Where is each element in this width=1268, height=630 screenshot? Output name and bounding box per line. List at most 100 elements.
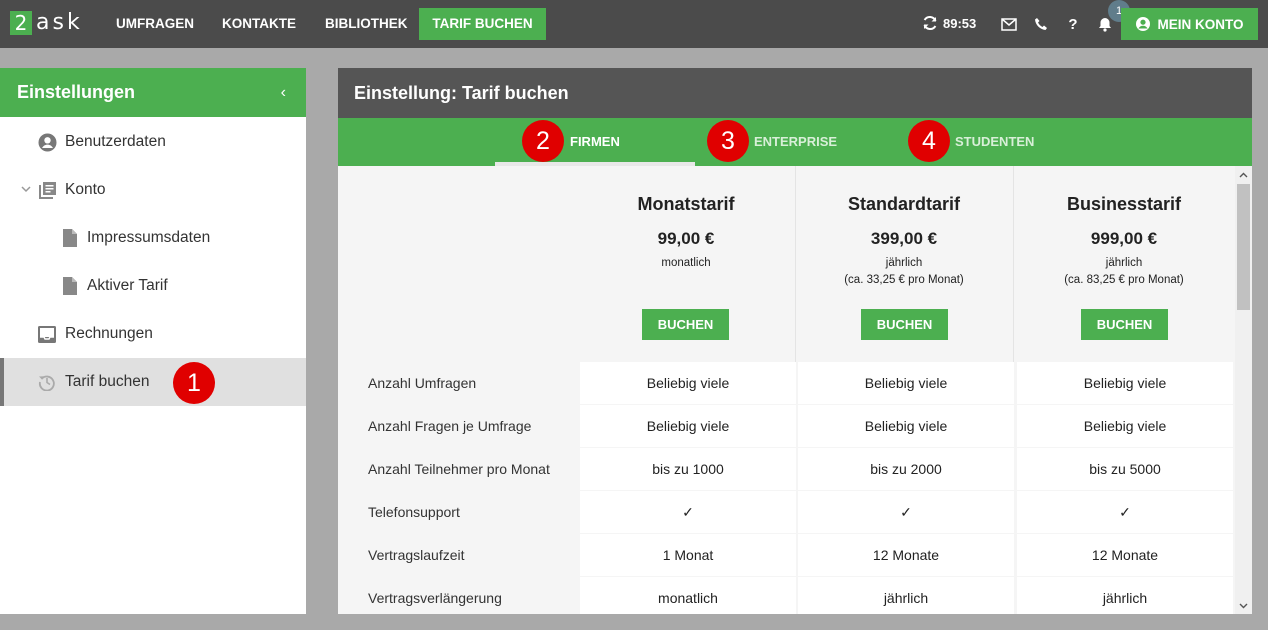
feature-cell: bis zu 1000 bbox=[580, 448, 796, 490]
sidebar-item-aktiver-tarif[interactable]: Aktiver Tarif bbox=[0, 262, 306, 310]
feature-cell: Beliebig viele bbox=[1017, 405, 1233, 447]
account-button[interactable]: MEIN KONTO bbox=[1121, 8, 1258, 40]
inbox-icon bbox=[37, 324, 57, 344]
tab-studenten[interactable]: STUDENTEN bbox=[955, 118, 1034, 166]
sidebar-item-label: Aktiver Tarif bbox=[87, 277, 168, 294]
feature-label: Telefonsupport bbox=[368, 504, 460, 520]
sidebar-item-konto[interactable]: Konto bbox=[0, 166, 306, 214]
sidebar-item-label: Konto bbox=[65, 181, 106, 198]
check-icon: ✓ bbox=[580, 491, 796, 533]
feature-label: Anzahl Umfragen bbox=[368, 375, 477, 391]
buy-button-monatstarif[interactable]: BUCHEN bbox=[642, 309, 729, 340]
nav-umfragen[interactable]: UMFRAGEN bbox=[116, 0, 194, 48]
sidebar-item-label: Rechnungen bbox=[65, 325, 153, 342]
timer-value: 89:53 bbox=[943, 15, 977, 31]
sidebar-item-rechnungen[interactable]: Rechnungen bbox=[0, 310, 306, 358]
page-title: Einstellung: Tarif buchen bbox=[338, 68, 1252, 118]
table-row: Vertragslaufzeit 1 Monat 12 Monate 12 Mo… bbox=[338, 534, 1235, 577]
table-row: Anzahl Umfragen Beliebig viele Beliebig … bbox=[338, 362, 1235, 405]
user-circle-icon bbox=[37, 132, 57, 152]
feature-cell: bis zu 5000 bbox=[1017, 448, 1233, 490]
collapse-sidebar-icon[interactable]: ‹ bbox=[281, 68, 286, 117]
feature-cell: Beliebig viele bbox=[580, 362, 796, 404]
history-icon bbox=[37, 372, 57, 392]
marker-3: 3 bbox=[707, 120, 749, 162]
feature-label: Vertragslaufzeit bbox=[368, 547, 465, 563]
feature-cell: 12 Monate bbox=[1017, 534, 1233, 576]
scroll-down-icon[interactable] bbox=[1235, 597, 1252, 614]
chevron-down-icon[interactable] bbox=[20, 183, 32, 195]
plan-note: (ca. 33,25 € pro Monat) bbox=[844, 274, 964, 286]
feature-cell: jährlich bbox=[1017, 577, 1233, 614]
feature-label: Anzahl Fragen je Umfrage bbox=[368, 418, 532, 434]
plan-name: Standardtarif bbox=[847, 194, 961, 214]
tarif-buchen-button[interactable]: TARIF BUCHEN bbox=[419, 8, 546, 40]
feature-label: Vertragsverlängerung bbox=[368, 590, 502, 606]
buy-button-standardtarif[interactable]: BUCHEN bbox=[861, 309, 948, 340]
tab-enterprise[interactable]: ENTERPRISE bbox=[754, 118, 837, 166]
top-navbar: 2 ask UMFRAGEN KONTAKTE BIBLIOTHEK TARIF… bbox=[0, 0, 1268, 48]
plan-standardtarif: Standardtarif 399,00 € jährlich (ca. 33,… bbox=[795, 166, 1013, 362]
table-row: Vertragsverlängerung monatlich jährlich … bbox=[338, 577, 1235, 614]
feature-cell: Beliebig viele bbox=[798, 362, 1014, 404]
sidebar-title: Einstellungen bbox=[17, 82, 136, 102]
sidebar-item-label: Benutzerdaten bbox=[65, 133, 166, 150]
sidebar-header: Einstellungen ‹ bbox=[0, 68, 306, 117]
logo-text: ask bbox=[36, 10, 83, 35]
refresh-icon bbox=[923, 15, 937, 31]
plan-tabs: FIRMEN ENTERPRISE STUDENTEN bbox=[338, 118, 1252, 166]
logo-mark: 2 bbox=[10, 11, 32, 35]
logo[interactable]: 2 ask bbox=[10, 11, 83, 35]
plan-note: (ca. 83,25 € pro Monat) bbox=[1064, 274, 1184, 286]
check-icon: ✓ bbox=[1017, 491, 1233, 533]
marker-4: 4 bbox=[908, 120, 950, 162]
nav-bibliothek[interactable]: BIBLIOTHEK bbox=[325, 0, 408, 48]
feature-label: Anzahl Teilnehmer pro Monat bbox=[368, 461, 550, 477]
plan-period: monatlich bbox=[661, 257, 711, 269]
feature-cell: jährlich bbox=[798, 577, 1014, 614]
check-icon: ✓ bbox=[798, 491, 1014, 533]
file-icon bbox=[62, 228, 78, 248]
main-panel: Einstellung: Tarif buchen FIRMEN ENTERPR… bbox=[338, 68, 1252, 614]
plan-businesstarif: Businesstarif 999,00 € jährlich (ca. 83,… bbox=[1015, 166, 1233, 362]
sidebar-item-label: Tarif buchen bbox=[65, 373, 150, 390]
sidebar-item-tarif-buchen[interactable]: Tarif buchen bbox=[0, 358, 306, 406]
sidebar-item-impressumsdaten[interactable]: Impressumsdaten bbox=[0, 214, 306, 262]
plan-name: Businesstarif bbox=[1066, 194, 1182, 214]
help-icon[interactable]: ? bbox=[1063, 14, 1083, 34]
file-icon bbox=[62, 276, 78, 296]
plan-monatstarif: Monatstarif 99,00 € monatlich BUCHEN bbox=[577, 166, 795, 362]
feature-cell: Beliebig viele bbox=[1017, 362, 1233, 404]
buy-button-businesstarif[interactable]: BUCHEN bbox=[1081, 309, 1168, 340]
plan-divider bbox=[1013, 166, 1014, 362]
session-timer[interactable]: 89:53 bbox=[922, 15, 976, 31]
marker-1: 1 bbox=[173, 362, 215, 404]
library-icon bbox=[37, 180, 57, 200]
tab-firmen[interactable]: FIRMEN bbox=[570, 118, 620, 166]
plan-price: 999,00 € bbox=[1090, 229, 1158, 248]
feature-cell: Beliebig viele bbox=[580, 405, 796, 447]
plan-price: 399,00 € bbox=[870, 229, 938, 248]
phone-icon[interactable] bbox=[1031, 14, 1051, 34]
table-scrollbar[interactable] bbox=[1235, 166, 1252, 614]
nav-kontakte[interactable]: KONTAKTE bbox=[222, 0, 296, 48]
mail-icon[interactable] bbox=[999, 14, 1019, 34]
plan-period: jährlich bbox=[1105, 257, 1143, 269]
scroll-up-icon[interactable] bbox=[1235, 166, 1252, 183]
account-label: MEIN KONTO bbox=[1157, 16, 1244, 32]
table-row: Telefonsupport ✓ ✓ ✓ bbox=[338, 491, 1235, 534]
feature-cell: 1 Monat bbox=[580, 534, 796, 576]
scrollbar-thumb[interactable] bbox=[1237, 184, 1250, 310]
table-row: Anzahl Fragen je Umfrage Beliebig viele … bbox=[338, 405, 1235, 448]
feature-cell: 12 Monate bbox=[798, 534, 1014, 576]
marker-2: 2 bbox=[522, 120, 564, 162]
sidebar-item-label: Impressumsdaten bbox=[87, 229, 211, 246]
feature-cell: Beliebig viele bbox=[798, 405, 1014, 447]
settings-sidebar: Einstellungen ‹ Benutzerdaten Konto Impr… bbox=[0, 68, 306, 614]
plan-period: jährlich bbox=[885, 257, 923, 269]
plan-name: Monatstarif bbox=[637, 194, 735, 214]
feature-cell: monatlich bbox=[580, 577, 796, 614]
feature-cell: bis zu 2000 bbox=[798, 448, 1014, 490]
table-row: Anzahl Teilnehmer pro Monat bis zu 1000 … bbox=[338, 448, 1235, 491]
sidebar-item-benutzerdaten[interactable]: Benutzerdaten bbox=[0, 118, 306, 166]
